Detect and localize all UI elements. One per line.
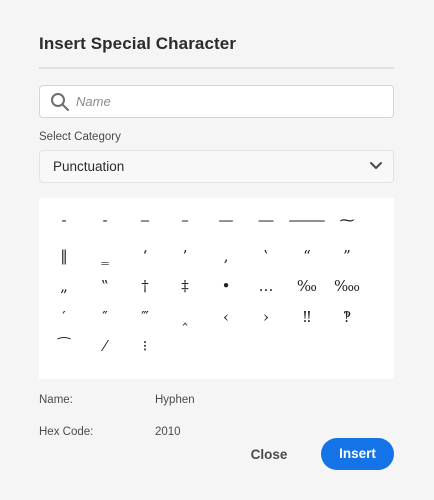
character-cell[interactable]: ‚ (206, 243, 246, 269)
character-cell[interactable]: ⁄ (85, 333, 125, 359)
character-cell[interactable]: ⁀ (44, 333, 84, 359)
search-input[interactable] (76, 86, 376, 117)
category-label: Select Category (39, 131, 121, 143)
character-cell[interactable]: ⁝ (125, 333, 165, 359)
name-label: Name: (39, 394, 73, 406)
character-cell[interactable]: ‼ (287, 304, 327, 330)
hex-code-value: 2010 (155, 426, 181, 438)
dialog-title: Insert Special Character (39, 34, 237, 53)
character-cell[interactable]: ⸻ (287, 207, 327, 233)
close-button[interactable]: Close (240, 440, 298, 470)
character-cell[interactable]: ‸ (165, 304, 205, 330)
character-cell[interactable]: ” (327, 243, 367, 269)
category-select[interactable]: Punctuation (39, 150, 394, 183)
name-value: Hyphen (155, 394, 195, 406)
character-cell[interactable]: „ (44, 273, 84, 299)
character-cell[interactable]: ‰ (287, 273, 327, 299)
character-cell[interactable]: ‴ (125, 304, 165, 330)
character-cell[interactable]: ‑ (85, 207, 125, 233)
character-cell[interactable]: › (246, 304, 286, 330)
character-cell[interactable]: ‐ (44, 207, 84, 233)
character-cell[interactable]: ‹ (206, 304, 246, 330)
hex-code-label: Hex Code: (39, 426, 94, 438)
character-cell[interactable]: — (206, 207, 246, 233)
character-cell[interactable]: ‡ (165, 273, 205, 299)
character-cell[interactable]: ‖ (44, 243, 84, 269)
chevron-down-icon (370, 162, 382, 169)
search-field[interactable] (39, 85, 394, 118)
character-cell[interactable]: ′ (44, 304, 84, 330)
character-cell[interactable]: ‛ (246, 243, 286, 269)
insert-button[interactable]: Insert (321, 438, 394, 470)
character-cell[interactable]: • (206, 273, 246, 299)
character-cell[interactable]: ‟ (85, 273, 125, 299)
character-cell[interactable]: “ (287, 243, 327, 269)
character-grid: ‐ ‑ ‒ – — ― ⸻ ⁓ ‖ ‗ ‘’ ‚ ‛ “” „ ‟ † ‡ •… ‰ ‱ ′ ″ ‴ ‸ ‹ › ‼ ‽ ⁀ ⁄ ⁝ (39, 198, 394, 379)
search-icon (51, 93, 69, 111)
character-cell[interactable]: ‗ (85, 243, 125, 269)
character-cell[interactable]: ― (246, 207, 286, 233)
title-divider (39, 67, 394, 69)
character-cell[interactable]: – (165, 207, 205, 233)
insert-special-character-dialog: Insert Special Character Select Category… (0, 0, 434, 500)
character-cell[interactable]: … (246, 273, 286, 299)
character-cell[interactable]: † (125, 273, 165, 299)
character-cell[interactable]: ‘ (125, 243, 165, 269)
character-cell[interactable]: ‽ (327, 304, 367, 330)
character-cell[interactable]: ⁓ (327, 207, 367, 233)
character-cell[interactable]: ″ (85, 304, 125, 330)
category-selected-value: Punctuation (53, 159, 125, 174)
character-cell[interactable]: ‱ (327, 273, 367, 299)
character-cell[interactable]: ‒ (125, 207, 165, 233)
character-cell[interactable]: ’ (165, 243, 205, 269)
